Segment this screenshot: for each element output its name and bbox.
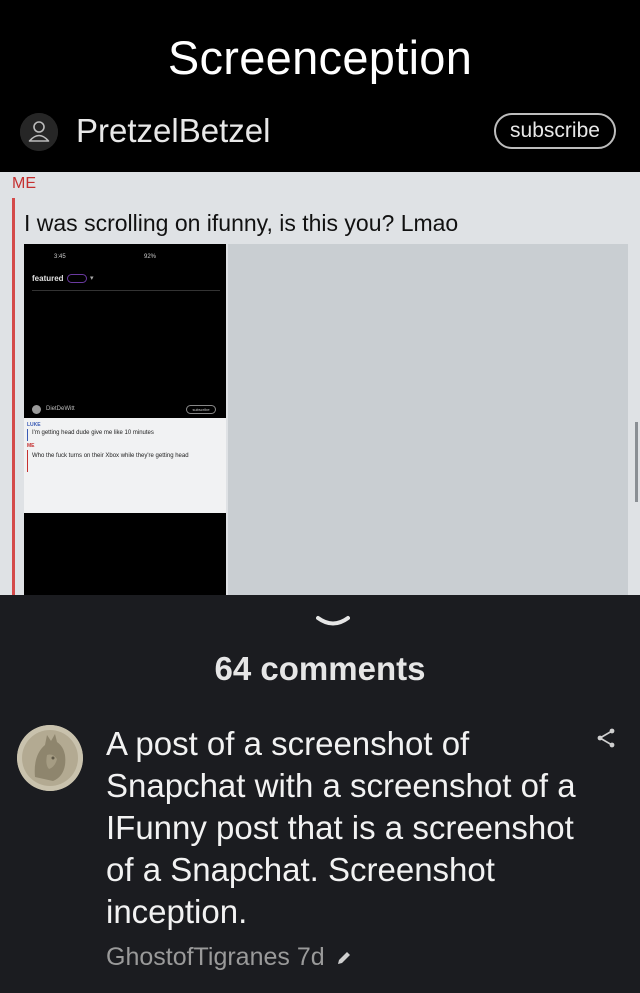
nested-bar-2 (27, 450, 28, 472)
comment-text: A post of a screenshot of Snapchat with … (106, 725, 576, 930)
snap-message: I was scrolling on ifunny, is this you? … (24, 210, 459, 236)
nested-screenshot: 3:45 92% featured ▾ DietDeWitt subscribe… (24, 244, 226, 595)
snap-sender-label: ME (12, 175, 36, 192)
nested-status-battery: 92% (144, 254, 157, 260)
comments-count[interactable]: 64 comments (0, 650, 640, 688)
nested-message-2: Who the fuck turns on their Xbox while t… (32, 453, 189, 459)
commenter-avatar[interactable] (17, 725, 83, 791)
nested-sender-1: LUKE (27, 422, 41, 428)
pencil-icon (337, 952, 350, 965)
nested-featured-badge (67, 274, 87, 283)
post-image[interactable]: ME I was scrolling on ifunny, is this yo… (0, 172, 640, 595)
nested-status-time: 3:45 (54, 254, 66, 260)
scroll-indicator (635, 422, 638, 502)
comments-section: 64 comments A post of a screenshot of Sn… (0, 595, 640, 993)
share-icon[interactable] (595, 727, 617, 749)
post-header: Screenception PretzelBetzel subscribe (0, 0, 640, 172)
nested-message-1: I'm getting head dude give me like 10 mi… (32, 430, 154, 436)
comment-author[interactable]: GhostofTigranes (106, 943, 290, 971)
subscribe-button[interactable]: subscribe (494, 113, 616, 149)
snap-message-bar (12, 198, 15, 595)
nested-subscribe-button: subscribe (186, 405, 216, 414)
nested-avatar (32, 405, 41, 414)
nested-divider (32, 290, 220, 291)
nested-snap-card: LUKE I'm getting head dude give me like … (24, 418, 226, 513)
chevron-down-icon[interactable] (316, 615, 350, 629)
post-title: Screenception (167, 31, 473, 84)
nested-poster-name: DietDeWitt (46, 406, 75, 412)
author-name[interactable]: PretzelBetzel (76, 112, 270, 150)
nested-chevron-down-icon: ▾ (90, 275, 94, 282)
nested-featured-tab: featured (32, 274, 64, 283)
author-avatar[interactable] (20, 113, 58, 151)
user-outline-icon (20, 113, 58, 151)
comment-age: 7d (296, 943, 325, 971)
comment-meta: GhostofTigranes 7d (106, 943, 352, 972)
coin-portrait-icon (17, 725, 83, 791)
snap-media-background (228, 244, 628, 595)
nested-sender-2: ME (27, 443, 35, 449)
nested-bar-1 (27, 429, 28, 441)
